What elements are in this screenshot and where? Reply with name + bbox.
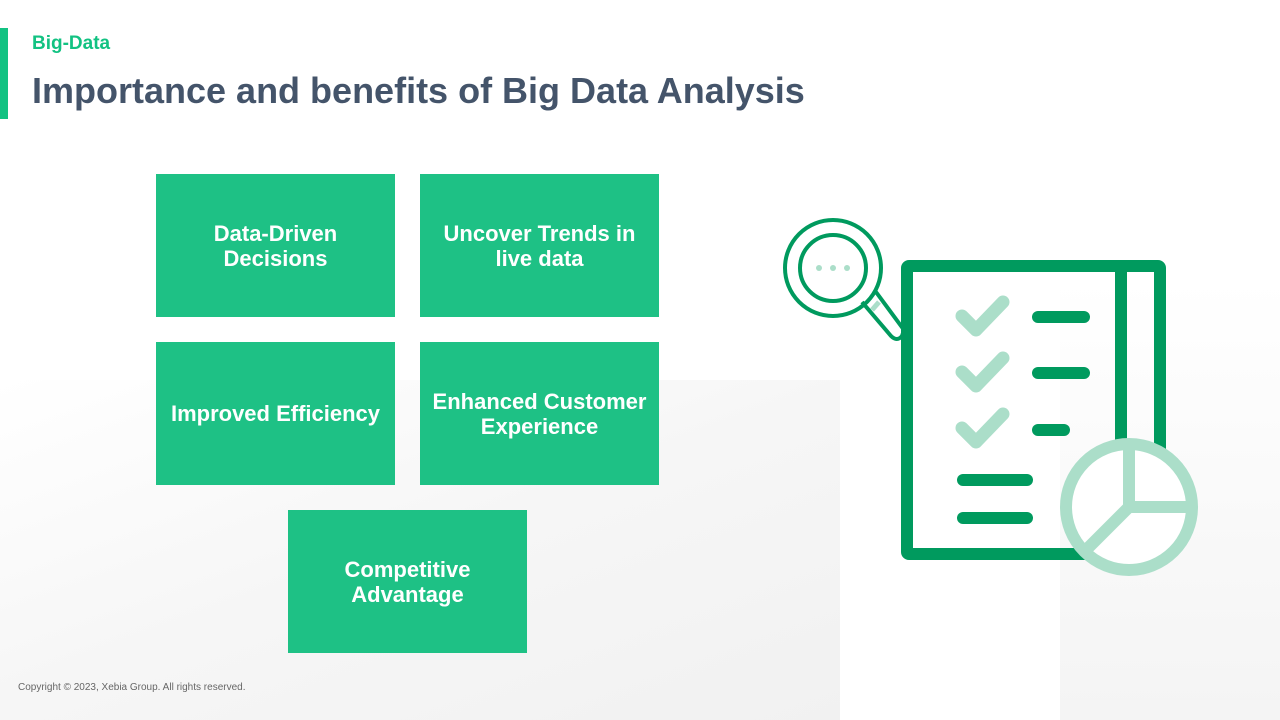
pie-chart-icon [1060, 438, 1198, 576]
magnifier-icon [783, 218, 906, 341]
report-analysis-illustration [783, 218, 1198, 576]
checkmark-icon [955, 295, 1010, 449]
copyright-footer: Copyright © 2023, Xebia Group. All right… [18, 682, 246, 693]
